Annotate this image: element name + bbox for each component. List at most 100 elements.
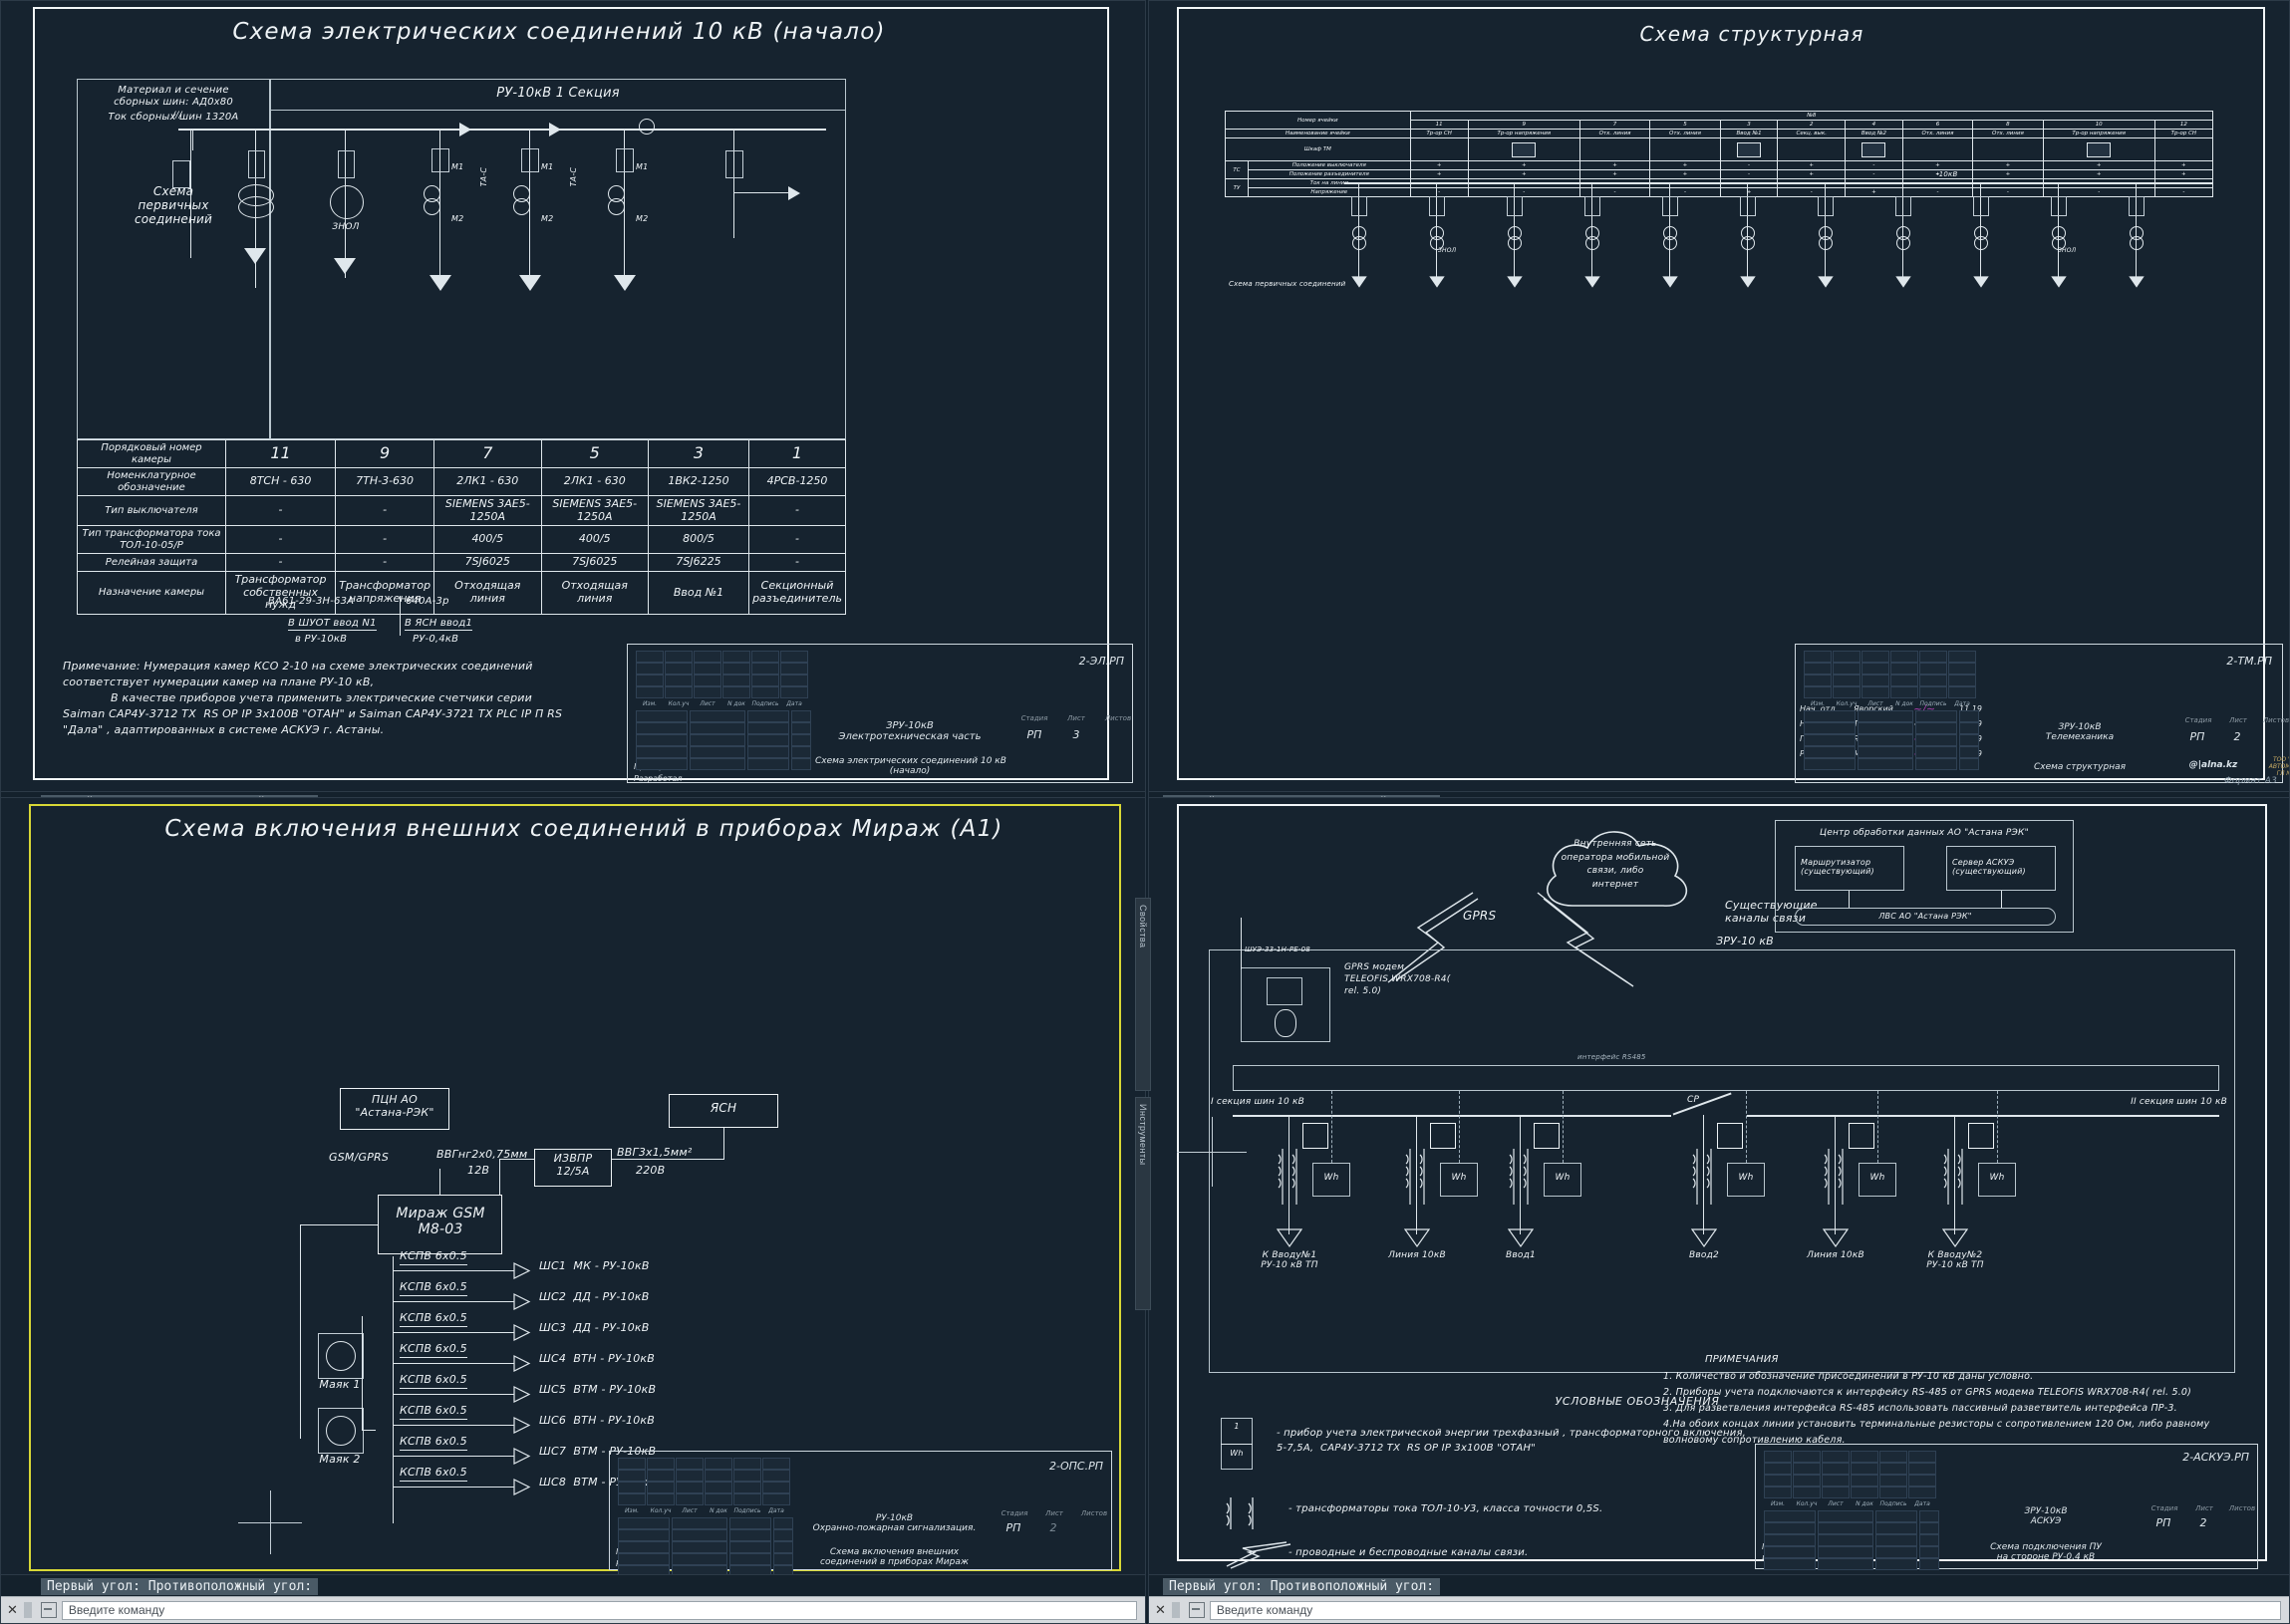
ct-symbol	[2130, 236, 2144, 250]
switch-symbol	[1507, 196, 1523, 216]
ct-symbol	[1896, 236, 1910, 250]
revision-cell	[665, 675, 693, 686]
side-panel-tab-tools[interactable]: Инструменты	[1135, 1097, 1151, 1310]
table-row: Назначение камеры Трансформатор собственн…	[77, 570, 846, 615]
cad-window-electrical[interactable]: Схема электрических соединений 10 кВ (на…	[0, 0, 1146, 815]
connector	[1849, 891, 1850, 908]
cell-name: Отх. линия	[1901, 129, 1974, 139]
ct-symbol	[513, 198, 530, 215]
table-cell: Трансформатор собственных нужд	[224, 570, 337, 615]
revision-cell	[636, 686, 664, 698]
revision-cell	[722, 686, 750, 698]
cell-cabinet	[2153, 137, 2214, 162]
close-icon[interactable]: ✕	[7, 1603, 18, 1618]
close-icon[interactable]: ✕	[1155, 1603, 1166, 1618]
row-header: Порядковый номер камеры	[77, 439, 226, 468]
note-line: 4.На обоих концах линии установить терми…	[1663, 1419, 2210, 1430]
stage-label: Стадия	[2150, 1504, 2178, 1512]
staff-cell	[1764, 1558, 1816, 1570]
revision-cell	[1822, 1487, 1850, 1498]
staff-cell	[636, 734, 688, 746]
cad-window-askue[interactable]: Внутренняя сеть оператора мобильной связ…	[1135, 797, 2290, 1624]
callout-2-line-2: В ЯСН ввод1	[405, 618, 473, 631]
lists-label: Листов	[1080, 1509, 1108, 1517]
drawing-canvas-1[interactable]: Схема электрических соединений 10 кВ (на…	[1, 1, 1145, 814]
revision-cell	[618, 1458, 646, 1470]
cabinet-icon	[1861, 141, 1886, 157]
mirage-label: Мираж GSM М8-03	[396, 1206, 485, 1238]
revision-cell	[1890, 663, 1918, 675]
interface-label: интерфейс RS485	[1577, 1053, 1646, 1061]
revision-cell	[1822, 1451, 1850, 1463]
cell-number: 7	[1578, 120, 1651, 131]
cell-name: Отх. линия	[1972, 129, 2044, 139]
command-bar-3[interactable]: ✕ Введите команду	[1, 1596, 1145, 1623]
staff-cell	[690, 746, 745, 758]
cell-value: -	[1845, 160, 1903, 171]
cell-value: -	[1649, 187, 1721, 198]
feeder-terminal-icon	[1823, 1228, 1849, 1248]
connector	[2001, 891, 2002, 908]
revision-cell	[676, 1493, 704, 1505]
cell-number: 10	[2042, 120, 2155, 131]
cad-window-structural[interactable]: Схема структурная Номер ячейки №8 11 9 7 5 3 2 4…	[1148, 0, 2290, 815]
revision-cell	[751, 651, 779, 663]
cell-value: +	[1467, 160, 1580, 171]
drawing-note: Примечание: Нумерация камер КСО 2-10 на …	[63, 660, 563, 736]
ct-symbol-icon	[1943, 1149, 1963, 1205]
staff-cell	[1875, 1558, 1917, 1570]
cable1-voltage: 12В	[467, 1164, 490, 1177]
staff-cell	[1818, 1558, 1873, 1570]
left-info-box	[77, 79, 270, 439]
list-value: 2	[2199, 1516, 2207, 1529]
table-cell: 4РСВ-1250	[748, 467, 846, 496]
drag-handle[interactable]	[1171, 1602, 1180, 1618]
table-cell: 400/5	[433, 525, 542, 555]
staff-cell	[636, 722, 688, 734]
object-name: ЗРУ-10кВ АСКУЭ	[2024, 1506, 2068, 1526]
revision-col-header: Подпись	[1879, 1500, 1907, 1507]
table-cell: 800/5	[647, 525, 750, 555]
rs485-drop	[1331, 1091, 1333, 1163]
ct-symbol-icon	[1226, 1497, 1254, 1529]
table-row: Релейная защита - -7SJ6025 7SJ6025 7SJ6225-	[77, 553, 846, 572]
command-bar-4[interactable]: ✕ Введите команду	[1149, 1596, 2289, 1623]
note-line: 1. Количество и обозначение присоединени…	[1663, 1371, 2034, 1382]
drawing-canvas-3[interactable]: Схема включения внешних соединений в при…	[1, 798, 1145, 1623]
primary-scheme-label: Схема первичных соединений	[134, 184, 213, 226]
staff-cell	[747, 746, 789, 758]
cad-window-mirage[interactable]: Схема включения внешних соединений в при…	[0, 797, 1146, 1624]
table-cell: SIEMENS 3AE5-1250A	[647, 494, 750, 527]
switch-symbol	[338, 150, 355, 178]
drawing-canvas-2[interactable]: Схема структурная Номер ячейки №8 11 9 7 5 3 2 4…	[1149, 1, 2289, 814]
doc-code: 2-ТМ.РП	[2226, 655, 2272, 668]
notes-title: ПРИМЕЧАНИЯ	[1705, 1354, 1779, 1365]
revision-cell	[618, 1482, 646, 1493]
revision-col-header: Кол.уч	[668, 700, 690, 707]
table-cell: -	[335, 494, 435, 527]
drawing-canvas-4[interactable]: Внутренняя сеть оператора мобильной связ…	[1149, 798, 2289, 1623]
switch-symbol	[1662, 196, 1678, 216]
side-panel-tab-properties[interactable]: Свойства	[1135, 898, 1151, 1091]
command-history-icon[interactable]	[1188, 1602, 1205, 1618]
staff-cell	[690, 758, 745, 770]
command-input[interactable]: Введите команду	[1209, 1600, 2281, 1620]
cell-value: -	[1901, 187, 1974, 198]
status-bar-4: Первый угол: Противоположный угол:	[1149, 1574, 2289, 1597]
section-header-label: РУ-10кВ 1 Секция	[496, 86, 620, 101]
meter-index: 1	[1234, 1422, 1240, 1431]
cell-name: Секц. вык.	[1777, 129, 1847, 139]
table-row: Положение разъединителя + + + + - + - + + + +	[1226, 169, 2214, 180]
rs485-bus	[1233, 1065, 2219, 1091]
transformer-winding	[238, 196, 274, 218]
connector	[723, 1128, 724, 1160]
table-row: Тип выключателя - - SIEMENS 3AE5-1250A SIEME…	[77, 494, 846, 527]
command-history-icon[interactable]	[40, 1602, 57, 1618]
revision-col-header: Изм.	[642, 700, 658, 707]
meter-wh-label: Wh	[1989, 1173, 2005, 1183]
drag-handle[interactable]	[23, 1602, 32, 1618]
beacon-2-link	[362, 1316, 363, 1431]
cell-number: 4	[1845, 120, 1903, 131]
command-input[interactable]: Введите команду	[61, 1600, 1137, 1620]
drawing-title: Схема включения внешних соединений в при…	[164, 816, 1003, 842]
